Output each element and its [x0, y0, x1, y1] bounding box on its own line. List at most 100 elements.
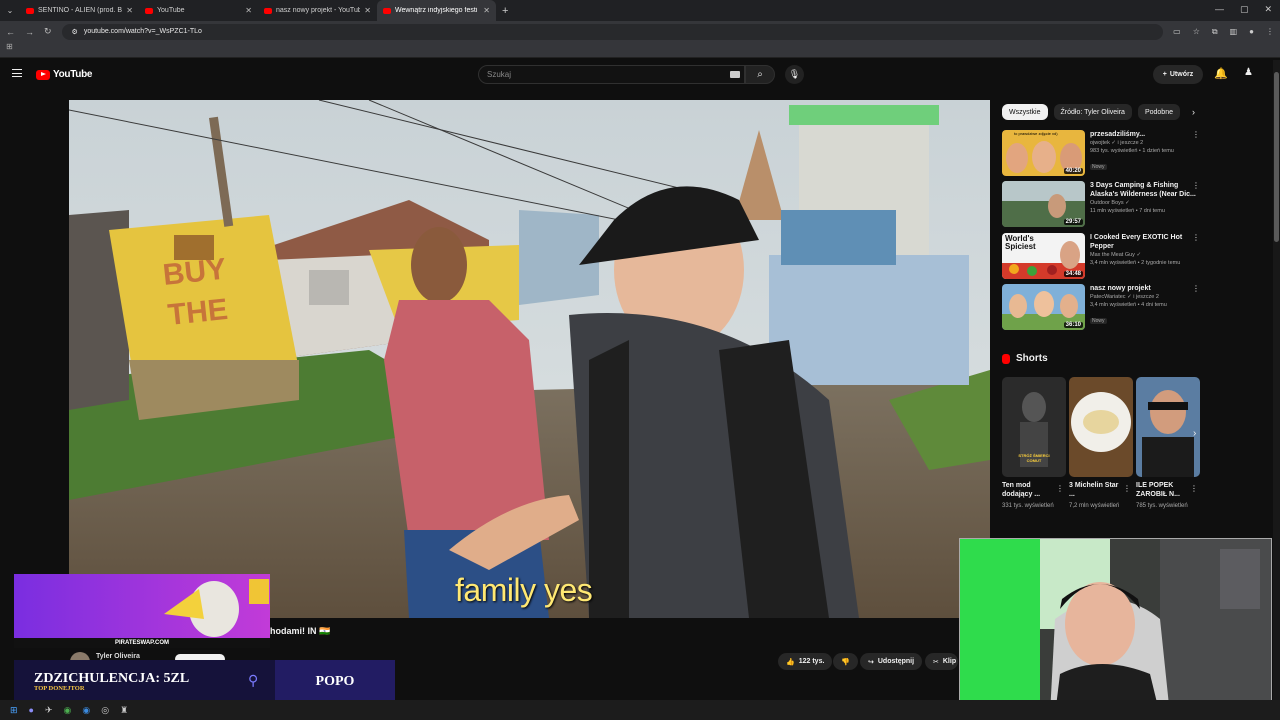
search-icon: ⌕ [757, 69, 763, 80]
recommendation-item[interactable]: 36:10 nasz nowy projekt PatecWariatec ✓ … [1002, 284, 1202, 330]
share-label: Udostępnij [877, 658, 915, 665]
sponsor-banner: PIRATESWAP.COM [14, 574, 270, 648]
video-thumbnail[interactable]: 36:10 [1002, 284, 1085, 330]
verified-icon: ✓ [1111, 140, 1117, 146]
short-views: 331 tys. wyświetleń [1002, 503, 1054, 509]
like-count: 122 tys. [798, 658, 825, 665]
create-button[interactable]: + Utwórz [1153, 65, 1203, 84]
close-tab-icon[interactable]: ✕ [364, 6, 371, 15]
url-bar[interactable]: ⚙ youtube.com/watch?v=_WsPZC1-TLo [61, 23, 1164, 40]
video-thumbnail[interactable]: to prawdziwe zdjęcie xd) 40:20 [1002, 130, 1085, 176]
recommendation-item[interactable]: to prawdziwe zdjęcie xd) 40:20 przesadzi… [1002, 130, 1202, 176]
close-tab-icon[interactable]: ✕ [126, 6, 133, 15]
browser-tab-active[interactable]: Wewnątrz indyjskiego festi ✕ [377, 0, 496, 21]
window-controls: — ▢ ✕ [1215, 4, 1272, 15]
close-tab-icon[interactable]: ✕ [245, 6, 252, 15]
browser-icon[interactable]: ◉ [82, 705, 90, 716]
sidepanel-icon[interactable]: ▥ [1230, 27, 1238, 37]
dislike-button[interactable]: 👎 [833, 653, 858, 670]
video-thumbnail[interactable]: 29:57 [1002, 181, 1085, 227]
obs-icon[interactable]: ◎ [101, 705, 109, 716]
short-thumbnail[interactable] [1136, 377, 1200, 477]
browser-tab[interactable]: YouTube ✕ [139, 0, 258, 21]
start-menu-icon[interactable]: ⊞ [10, 705, 18, 716]
more-options-icon[interactable]: ⋮ [1192, 181, 1200, 190]
rec-title: nasz nowy projekt [1090, 285, 1151, 292]
short-image [1071, 392, 1131, 452]
rec-stats: 11 mln wyświetleń • 7 dni temu [1090, 208, 1165, 214]
filter-chips: Wszystkie Źródło: Tyler Oliveira Podobne… [1002, 104, 1195, 120]
shorts-icon [1002, 353, 1010, 364]
close-window-icon[interactable]: ✕ [1264, 4, 1272, 15]
more-options-icon[interactable]: ⋮ [1190, 484, 1198, 493]
video-player[interactable]: BUY THE [69, 100, 990, 618]
forward-icon[interactable]: → [25, 27, 34, 37]
browser-tab[interactable]: SENTINO - ALIEN (prod. Beatb✕ [20, 0, 139, 21]
channel-name[interactable]: Tyler Oliveira [96, 653, 140, 660]
new-tab-button[interactable]: + [496, 5, 514, 17]
app-icon[interactable]: ✈ [45, 705, 53, 716]
chrome-icon[interactable]: ◉ [64, 705, 72, 716]
chip-source[interactable]: Źródło: Tyler Oliveira [1053, 104, 1132, 120]
share-button[interactable]: ↪ Udostępnij [860, 653, 923, 670]
cast-icon[interactable]: ▭ [1173, 27, 1181, 37]
keyboard-icon[interactable] [730, 71, 740, 78]
youtube-logo[interactable]: YouTube [36, 69, 93, 80]
chip-all[interactable]: Wszystkie [1002, 104, 1048, 120]
clip-label: Klip [942, 658, 957, 665]
rec-channel[interactable]: PatecWariatec [1090, 294, 1126, 300]
scrollbar-thumb[interactable] [1274, 72, 1279, 242]
search-button[interactable]: ⌕ [745, 65, 775, 84]
shorts-next-chevron-icon[interactable]: › [1193, 428, 1196, 439]
video-thumbnail[interactable]: World's Spiciest 34:48 [1002, 233, 1085, 279]
more-options-icon[interactable]: ⋮ [1056, 484, 1064, 493]
recommendation-item[interactable]: 29:57 3 Days Camping & Fishing Alaska's … [1002, 181, 1202, 227]
browser-tab-strip: ⌄ SENTINO - ALIEN (prod. Beatb✕ YouTube✕… [0, 0, 1280, 21]
search-input[interactable]: Szukaj [478, 65, 745, 84]
back-icon[interactable]: ← [6, 27, 15, 37]
short-views: 7,2 mln wyświetleń [1069, 503, 1120, 509]
bookmark-star-icon[interactable]: ☆ [1193, 27, 1200, 37]
recommendation-item[interactable]: World's Spiciest 34:48 I Cooked Every EX… [1002, 233, 1202, 279]
close-tab-icon[interactable]: ✕ [483, 6, 490, 15]
create-label: Utwórz [1169, 71, 1194, 78]
browser-menu-icon[interactable]: ⋮ [1266, 27, 1274, 37]
more-options-icon[interactable]: ⋮ [1123, 484, 1131, 493]
rec-channel[interactable]: Max the Meat Guy [1090, 252, 1135, 258]
duration-badge: 29:57 [1063, 219, 1083, 225]
more-options-icon[interactable]: ⋮ [1192, 233, 1200, 242]
more-options-icon[interactable]: ⋮ [1192, 284, 1200, 293]
extensions-icon[interactable]: ⧉ [1212, 27, 1218, 37]
site-info-icon[interactable]: ⚙ [72, 28, 78, 36]
apps-grid-icon[interactable]: ⊞ [6, 42, 13, 51]
rec-title: I Cooked Every EXOTIC Hot Pepper [1090, 234, 1183, 250]
reload-icon[interactable]: ↻ [44, 26, 52, 37]
short-thumbnail[interactable] [1069, 377, 1133, 477]
notifications-bell-icon[interactable]: 🔔 [1214, 67, 1228, 80]
chevron-right-icon[interactable]: › [1192, 107, 1195, 117]
thumb-caption: World's Spiciest [1005, 234, 1036, 251]
share-icon: ↪ [868, 658, 874, 666]
youtube-favicon-icon [383, 7, 391, 14]
more-options-icon[interactable]: ⋮ [1192, 130, 1200, 139]
browser-tab[interactable]: nasz nowy projekt - YouTube ✕ [258, 0, 377, 21]
account-avatar[interactable]: ♟ [1244, 67, 1256, 81]
tab-search-icon[interactable]: ⌄ [0, 6, 20, 15]
clip-button[interactable]: ✂ Klip [925, 653, 958, 670]
profile-icon[interactable]: ● [1249, 27, 1254, 37]
short-thumbnail[interactable]: STRÓŻ ŚMIERCI COMUT [1002, 377, 1066, 477]
voice-search-button[interactable]: 🎙 [785, 65, 804, 84]
logo-text: YouTube [53, 69, 93, 80]
rec-title: przesadziliśmy... [1090, 131, 1146, 138]
chip-related[interactable]: Podobne [1137, 104, 1180, 120]
app-icon[interactable]: ♜ [120, 705, 128, 716]
rec-channel[interactable]: Outdoor Boys [1090, 200, 1124, 206]
rec-channel[interactable]: ojwojtek [1090, 140, 1110, 146]
discord-icon[interactable]: ● [29, 705, 34, 715]
minimize-icon[interactable]: — [1215, 4, 1224, 15]
maximize-icon[interactable]: ▢ [1240, 4, 1249, 15]
like-button[interactable]: 👍 122 tys. [778, 653, 833, 670]
video-title: hodami! IN 🇮🇳 [270, 626, 331, 636]
duration-badge: 40:20 [1063, 168, 1083, 174]
menu-hamburger-icon[interactable] [12, 69, 22, 77]
